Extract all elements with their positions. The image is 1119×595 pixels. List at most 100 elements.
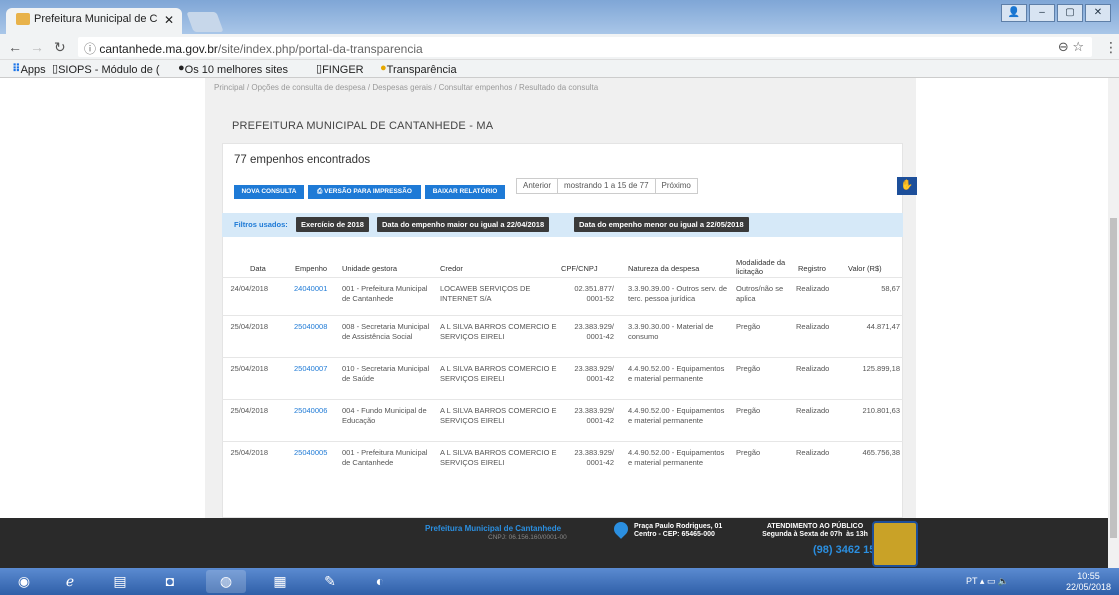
header-data: Data — [250, 264, 266, 273]
bookmark-apps[interactable]: ⠿ Apps — [12, 62, 46, 76]
bookmark-siops[interactable]: ▯ SIOPS - Módulo de ( — [52, 62, 160, 76]
firefox-icon[interactable]: ◐ — [360, 570, 400, 593]
close-window-button[interactable]: ✕ — [1085, 4, 1111, 22]
close-tab-icon[interactable]: ✕ — [164, 13, 174, 27]
header-credor: Credor — [440, 264, 463, 273]
cell-credor: A L SILVA BARROS COMERCIO E SERVIÇOS EIR… — [440, 322, 557, 341]
cell-registro: Realizado — [796, 406, 830, 415]
calculator-icon[interactable]: ▦ — [260, 570, 300, 593]
windows-taskbar: ◉ ℯ ▤ ◘ ◍ ▦ ✎ ◐ PT ▴ ▭ 🔈 10:55 22/05/2018 — [0, 568, 1119, 595]
cell-empenho[interactable]: 25040008 — [294, 322, 338, 332]
cell-modalidade: Pregão — [736, 406, 761, 415]
prev-page-button[interactable]: Anterior — [517, 179, 559, 193]
browser-tab[interactable]: Prefeitura Municipal de C ✕ — [6, 8, 182, 34]
clock[interactable]: 10:55 22/05/2018 — [1066, 571, 1111, 593]
new-tab-button[interactable] — [186, 12, 224, 32]
page-scrollbar[interactable] — [1108, 78, 1119, 568]
url-path: /site/index.php/portal-da-transparencia — [217, 42, 423, 56]
page-viewport: Principal / Opções de consulta de despes… — [0, 78, 1108, 518]
cell-empenho[interactable]: 25040005 — [294, 448, 338, 458]
cell-credor: A L SILVA BARROS COMERCIO E SERVIÇOS EIR… — [440, 364, 557, 383]
breadcrumb[interactable]: Principal / Opções de consulta de despes… — [214, 83, 598, 92]
cell-registro: Realizado — [796, 364, 830, 373]
cell-registro: Realizado — [796, 284, 830, 293]
filters-label: Filtros usados: — [234, 220, 288, 229]
cell-modalidade: Pregão — [736, 364, 761, 373]
cell-cnpj: 23.383.929/ 0001-42 — [574, 406, 614, 425]
new-search-button[interactable]: NOVA CONSULTA — [234, 185, 304, 199]
chrome-icon[interactable]: ◍ — [206, 570, 246, 593]
scrollbar-thumb[interactable] — [1110, 218, 1117, 538]
forward-icon[interactable]: → — [30, 39, 44, 55]
clock-time: 10:55 — [1077, 571, 1100, 581]
url-host: cantanhede.ma.gov.br — [99, 42, 218, 56]
filters-bar: Filtros usados: Exercício de 2018 Data d… — [222, 213, 903, 237]
filter-chip[interactable]: Data do empenho menor ou igual a 22/05/2… — [574, 217, 749, 232]
municipal-seal-icon — [872, 521, 918, 567]
cell-valor: 58,67 — [881, 284, 900, 293]
header-modalidade: Modalidade da licitação — [736, 258, 786, 276]
accessibility-icon[interactable]: ✋ — [897, 177, 917, 195]
header-registro: Registro — [798, 264, 826, 273]
cell-unidade: 001 - Prefeitura Municipal de Cantanhede — [342, 284, 428, 303]
back-icon[interactable]: ← — [8, 39, 22, 55]
bookmarks-bar: ⠿ Apps ▯ SIOPS - Módulo de ( ● Os 10 mel… — [0, 60, 1119, 78]
minimize-button[interactable]: – — [1029, 4, 1055, 22]
cell-data: 24/04/2018 — [230, 284, 268, 293]
table-row-divider — [222, 441, 903, 442]
cell-credor: LOCAWEB SERVIÇOS DE INTERNET S/A — [440, 284, 531, 303]
cell-empenho[interactable]: 25040007 — [294, 364, 338, 374]
header-valor: Valor (R$) — [848, 264, 882, 273]
cell-natureza: 4.4.90.52.00 - Equipamentos e material p… — [628, 406, 725, 425]
browser-tab-bar: Prefeitura Municipal de C ✕ 👤 – ▢ ✕ — [0, 0, 1119, 34]
cell-empenho[interactable]: 24040001 — [294, 284, 338, 294]
menu-icon[interactable]: ⋮ — [1104, 39, 1118, 56]
cell-modalidade: Pregão — [736, 322, 761, 331]
paint-icon[interactable]: ✎ — [310, 570, 350, 593]
cell-cnpj: 23.383.929/ 0001-42 — [574, 448, 614, 467]
ie-icon[interactable]: ℯ — [50, 570, 90, 593]
cell-empenho[interactable]: 25040006 — [294, 406, 338, 416]
pagination: Anterior mostrando 1 a 15 de 77 Próximo — [516, 178, 698, 194]
header-empenho: Empenho — [295, 264, 328, 273]
filter-chip[interactable]: Exercício de 2018 — [296, 217, 369, 232]
explorer-icon[interactable]: ▤ — [100, 570, 140, 593]
system-tray[interactable]: PT ▴ ▭ 🔈 — [966, 576, 1009, 587]
header-cnpj: CPF/CNPJ — [561, 264, 598, 273]
print-version-button[interactable]: ⎙ VERSÃO PARA IMPRESSÃO — [308, 185, 421, 199]
address-bar-area: ← → ↻ ⓘ cantanhede.ma.gov.br/site/index.… — [0, 34, 1119, 60]
results-count: 77 empenhos encontrados — [234, 154, 371, 166]
footer-org: Prefeitura Municipal de Cantanhede — [425, 524, 562, 533]
cell-unidade: 010 - Secretaria Municipal de Saúde — [342, 364, 430, 383]
language-indicator[interactable]: PT — [966, 576, 977, 586]
zoom-star-icon[interactable]: ⊖ ☆ — [1058, 39, 1084, 55]
cell-unidade: 001 - Prefeitura Municipal de Cantanhede — [342, 448, 428, 467]
url-input[interactable]: ⓘ cantanhede.ma.gov.br/site/index.php/po… — [78, 37, 1092, 57]
table-row-divider — [222, 399, 903, 400]
footer-attendance: ATENDIMENTO AO PÚBLICO Segunda à Sexta d… — [762, 523, 868, 538]
download-report-button[interactable]: BAIXAR RELATÓRIO — [425, 185, 505, 199]
cell-data: 25/04/2018 — [230, 364, 268, 373]
table-row-divider — [222, 277, 903, 278]
cell-unidade: 004 - Fundo Municipal de Educação — [342, 406, 427, 425]
cell-valor: 210.801,63 — [862, 406, 900, 415]
user-icon[interactable]: 👤 — [1001, 4, 1027, 22]
cell-modalidade: Outros/não se aplica — [736, 284, 784, 303]
cell-natureza: 4.4.90.52.00 - Equipamentos e material p… — [628, 364, 725, 383]
bookmark-transparencia[interactable]: ● Transparência — [380, 62, 457, 76]
bookmark-melhores[interactable]: ● Os 10 melhores sites — [178, 62, 288, 76]
start-button-icon[interactable]: ◉ — [4, 570, 44, 593]
filter-chip[interactable]: Data do empenho maior ou igual a 22/04/2… — [377, 217, 550, 232]
cell-data: 25/04/2018 — [230, 406, 268, 415]
cell-valor: 44.871,47 — [866, 322, 900, 331]
footer-cnpj: CNPJ: 06.156.160/0001-00 — [488, 534, 567, 541]
cell-natureza: 3.3.90.30.00 - Material de consumo — [628, 322, 714, 341]
next-page-button[interactable]: Próximo — [656, 179, 697, 193]
outlook-icon[interactable]: ◘ — [150, 570, 190, 593]
site-favicon-icon — [16, 13, 30, 26]
info-icon[interactable]: ⓘ — [84, 42, 99, 56]
reload-icon[interactable]: ↻ — [54, 39, 66, 56]
maximize-button[interactable]: ▢ — [1057, 4, 1083, 22]
bookmark-finger[interactable]: ▯ FINGER — [316, 62, 364, 76]
cell-registro: Realizado — [796, 448, 830, 457]
